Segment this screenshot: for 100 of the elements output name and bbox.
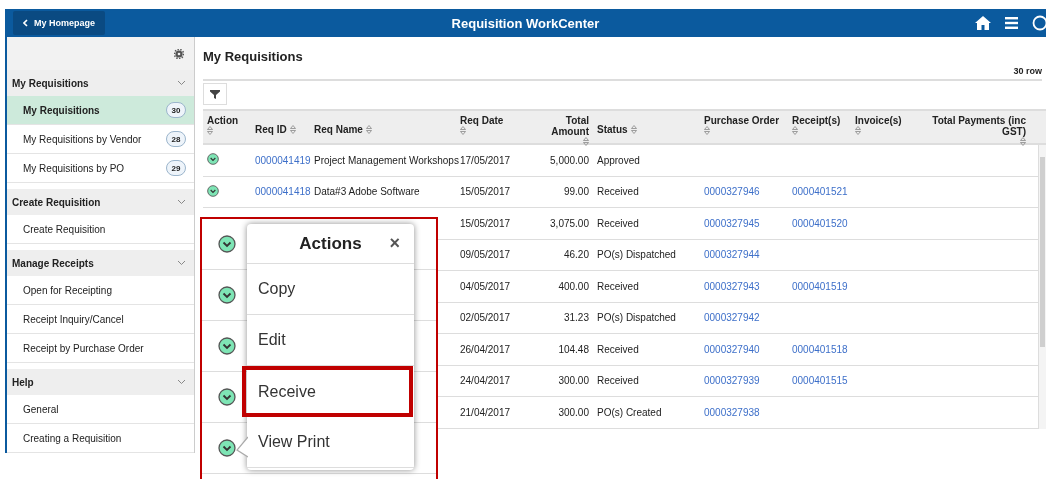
expand-icon[interactable] <box>218 388 236 406</box>
menu-item[interactable]: Copy <box>247 264 414 315</box>
sidebar-group-header[interactable]: Create Requisition <box>7 189 194 215</box>
table-cell: 300.00 <box>558 375 589 387</box>
table-cell: 17/05/2017 <box>460 154 511 166</box>
expand-icon[interactable] <box>218 439 236 457</box>
sort-icon[interactable] <box>460 126 466 135</box>
table-link[interactable]: 0000327944 <box>704 249 760 261</box>
count-badge: 30 <box>166 102 186 118</box>
column-header[interactable]: Receipt(s) <box>792 115 847 126</box>
popup-title: Actions <box>299 233 362 254</box>
table-cell: Approved <box>597 154 640 166</box>
table-link[interactable]: 0000327946 <box>704 186 760 198</box>
sort-icon[interactable] <box>630 125 637 134</box>
expand-icon[interactable] <box>218 235 236 253</box>
table-cell: Received <box>597 217 639 229</box>
table-cell: 5,000.00 <box>550 154 589 166</box>
sort-icon[interactable] <box>855 126 861 135</box>
table-cell: Received <box>597 280 639 292</box>
table-cell: Project Management Workshops <box>314 154 459 166</box>
section-title: My Requisitions <box>203 48 304 66</box>
scrollbar[interactable] <box>1038 145 1046 429</box>
table-cell: 24/04/2017 <box>460 375 511 387</box>
filter-button[interactable] <box>203 83 227 105</box>
sidebar-group-header[interactable]: Manage Receipts <box>7 250 194 276</box>
table-cell: 26/04/2017 <box>460 343 511 355</box>
table-cell: 09/05/2017 <box>460 249 511 261</box>
table-link[interactable]: 0000401519 <box>792 280 848 292</box>
table-link[interactable]: 0000327942 <box>704 312 760 324</box>
table-link[interactable]: 0000401521 <box>792 186 848 198</box>
expand-icon[interactable] <box>207 184 219 197</box>
count-badge: 29 <box>166 160 186 176</box>
menu-item[interactable]: Edit <box>247 315 414 366</box>
table-link[interactable]: 0000327940 <box>704 343 760 355</box>
table-cell: Received <box>597 375 639 387</box>
table-link[interactable]: 0000401520 <box>792 217 848 229</box>
sort-icon[interactable] <box>289 125 296 134</box>
table-link[interactable]: 0000327943 <box>704 280 760 292</box>
table-cell: 46.20 <box>563 249 589 261</box>
column-header[interactable]: Total Payments (inc GST) <box>922 115 1026 137</box>
chevron-down-icon[interactable] <box>177 80 186 86</box>
table-cell: 21/04/2017 <box>460 406 511 418</box>
column-header[interactable]: Req Date <box>460 115 519 126</box>
sort-icon[interactable] <box>583 137 589 146</box>
column-header[interactable]: Total Amount <box>527 115 589 137</box>
sort-icon[interactable] <box>207 126 213 135</box>
sort-icon[interactable] <box>704 126 710 135</box>
expand-icon[interactable] <box>218 286 236 304</box>
sidebar-group-header[interactable]: Help <box>7 369 194 395</box>
row-count: 30 row <box>1013 66 1042 76</box>
table-link[interactable]: 0000401518 <box>792 343 848 355</box>
table-cell: 31.23 <box>563 312 589 324</box>
back-button[interactable]: My Homepage <box>13 11 105 35</box>
column-header[interactable]: Invoice(s) <box>855 115 914 126</box>
page-title: Requisition WorkCenter <box>451 15 600 31</box>
sidebar-item[interactable]: My Requisitions 30 <box>7 96 194 125</box>
table-cell: 400.00 <box>558 280 589 292</box>
table-link[interactable]: 0000327939 <box>704 375 760 387</box>
table-cell: 99.00 <box>563 186 589 198</box>
table-link[interactable]: 0000327938 <box>704 406 760 418</box>
table-cell: 3,075.00 <box>550 217 589 229</box>
sort-icon[interactable] <box>365 125 372 134</box>
column-header[interactable]: Req ID <box>255 124 287 135</box>
table-cell: Received <box>597 186 639 198</box>
table-cell: Data#3 Adobe Software <box>314 186 420 198</box>
chevron-down-icon[interactable] <box>177 379 186 385</box>
table-cell: PO(s) Dispatched <box>597 249 676 261</box>
table-cell: 02/05/2017 <box>460 312 511 324</box>
column-header[interactable]: Req Name <box>314 124 363 135</box>
menu-icon[interactable] <box>1005 17 1018 29</box>
table-cell: Received <box>597 343 639 355</box>
sidebar-group-header[interactable]: My Requisitions <box>7 70 194 96</box>
close-button[interactable]: × <box>389 233 400 254</box>
table-cell: 04/05/2017 <box>460 280 511 292</box>
table-cell: 104.48 <box>558 343 589 355</box>
count-badge: 28 <box>166 131 186 147</box>
table-link[interactable]: 0000327945 <box>704 217 760 229</box>
column-header[interactable]: Purchase Order <box>704 115 784 126</box>
chevron-down-icon[interactable] <box>177 260 186 266</box>
column-header[interactable]: Status <box>597 124 628 135</box>
chevron-down-icon[interactable] <box>177 199 186 205</box>
settings-icon[interactable] <box>174 48 184 59</box>
table-cell: 15/05/2017 <box>460 186 511 198</box>
home-icon[interactable] <box>975 16 991 30</box>
sort-icon[interactable] <box>1020 137 1026 146</box>
table-link[interactable]: 0000401515 <box>792 375 848 387</box>
chevron-left-icon <box>23 19 28 27</box>
sort-icon[interactable] <box>792 126 798 135</box>
table-cell: PO(s) Created <box>597 406 662 418</box>
table-link[interactable]: 0000041419 <box>255 154 311 166</box>
table-link[interactable]: 0000041418 <box>255 186 311 198</box>
expand-icon[interactable] <box>218 337 236 355</box>
expand-icon[interactable] <box>207 153 219 166</box>
table-cell: 300.00 <box>558 406 589 418</box>
column-header[interactable]: Action <box>207 115 247 126</box>
menu-item[interactable]: View Print <box>247 417 414 468</box>
menu-item[interactable]: Receive <box>242 366 413 417</box>
table-cell: PO(s) Dispatched <box>597 312 676 324</box>
table-cell: 15/05/2017 <box>460 217 511 229</box>
filter-icon <box>210 89 220 99</box>
